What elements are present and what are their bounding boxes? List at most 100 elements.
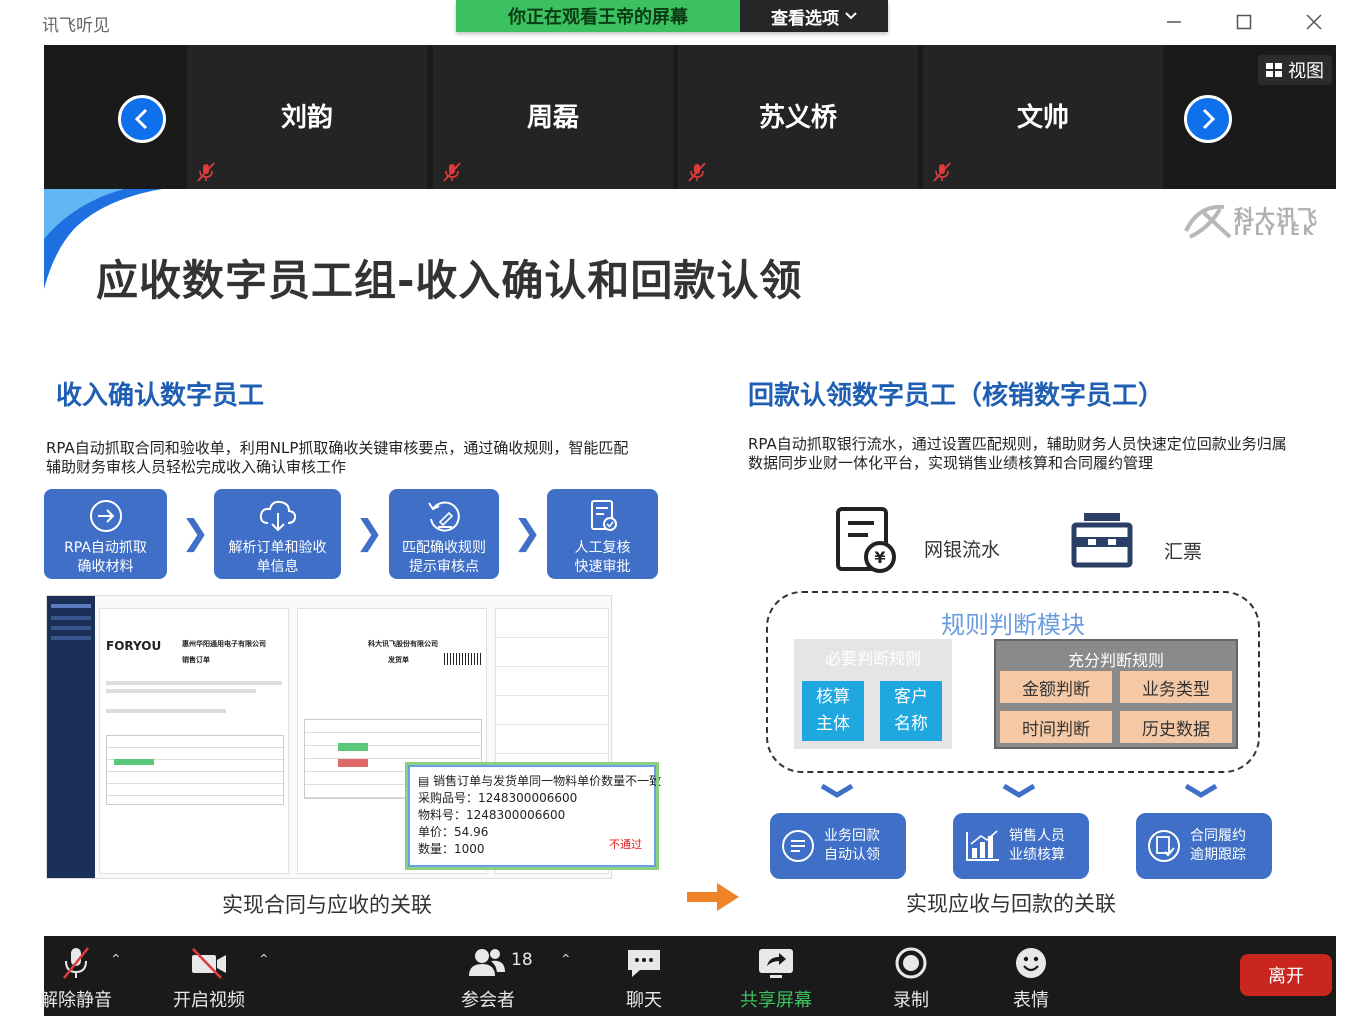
participant-tile[interactable]: 周磊 xyxy=(433,45,673,189)
close-icon xyxy=(1306,14,1322,30)
rule-judgement-module: 规则判断模块 必要判断规则 核算 主体 客户 名称 充分判断规则 金额判断 业务… xyxy=(766,591,1260,773)
rule-label: 主体 xyxy=(816,714,850,734)
result-line: 逾期跟踪 xyxy=(1190,847,1246,863)
minimize-button[interactable] xyxy=(1160,8,1188,36)
mic-muted-icon xyxy=(197,162,215,182)
record-icon xyxy=(895,947,927,979)
chat-button[interactable]: 聊天 xyxy=(618,946,670,1012)
result-line: 自动认领 xyxy=(824,847,880,863)
leave-meeting-button[interactable]: 离开 xyxy=(1240,954,1332,996)
minimize-icon xyxy=(1167,21,1181,23)
share-screen-button[interactable]: 共享屏幕 xyxy=(734,946,818,1012)
sufficient-rules-box: 充分判断规则 金额判断 业务类型 时间判断 历史数据 xyxy=(994,639,1238,749)
step-chevron: ❯ xyxy=(181,513,210,553)
source-bank-statement: 网银流水 xyxy=(924,539,1001,561)
rule-label: 核算 xyxy=(816,687,850,707)
step-label: 匹配确收规则 xyxy=(402,540,486,556)
doc-sidebar xyxy=(47,596,95,878)
result-auto-claim: 业务回款 自动认领 xyxy=(770,813,906,879)
document-check-icon xyxy=(590,500,617,531)
refresh-edit-icon xyxy=(428,501,460,532)
doc-order-title: 销售订单 xyxy=(182,656,210,664)
rule-amount: 金额判断 xyxy=(1000,671,1112,703)
result-label: 销售人员 业绩核算 xyxy=(1009,827,1065,865)
next-page-button[interactable] xyxy=(1184,95,1232,143)
payment-claim-desc: RPA自动抓取银行流水，通过设置匹配规则，辅助财务人员快速定位回款业务归属 数据… xyxy=(748,435,1287,473)
callout-headline-text: 销售订单与发货单同一物料单价数量不一致 xyxy=(433,774,662,788)
participant-tile[interactable]: 刘韵 xyxy=(187,45,427,189)
participants-options-caret[interactable]: ⌃ xyxy=(560,952,572,968)
rule-history: 历史数据 xyxy=(1120,711,1232,743)
step-chevron: ❯ xyxy=(355,513,384,553)
result-line: 业务回款 xyxy=(824,828,880,844)
unmute-label: 解除静音 xyxy=(40,990,112,1011)
reactions-button[interactable]: 表情 xyxy=(1006,946,1056,1012)
callout-headline: ▤ 销售订单与发货单同一物料单价数量不一致 xyxy=(418,773,661,790)
smiley-icon xyxy=(1016,948,1046,978)
desc-line: RPA自动抓取银行流水，通过设置匹配规则，辅助财务人员快速定位回款业务归属 xyxy=(748,435,1287,453)
shared-slide: 科大讯飞 iFLYTEK 应收数字员工组-收入确认和回款认领 收入确认数字员工 … xyxy=(44,189,1336,936)
slide-title: 应收数字员工组-收入确认和回款认领 xyxy=(96,256,803,305)
view-layout-button[interactable]: 视图 xyxy=(1258,55,1332,85)
start-video-button[interactable]: 开启视频 xyxy=(168,946,250,1012)
participant-tile[interactable]: 文帅 xyxy=(923,45,1163,189)
view-options-label: 查看选项 xyxy=(771,8,839,29)
audio-options-caret[interactable]: ⌃ xyxy=(110,952,122,968)
required-rules-box: 必要判断规则 核算 主体 客户 名称 xyxy=(794,639,952,749)
record-button[interactable]: 录制 xyxy=(886,946,936,1012)
arrow-right-icon xyxy=(687,883,739,911)
chevron-right-icon xyxy=(1202,108,1216,130)
source-bill: 汇票 xyxy=(1164,541,1203,563)
mic-muted-icon xyxy=(443,162,461,182)
participant-strip: 刘韵 周磊 苏义桥 文帅 视图 xyxy=(44,45,1336,189)
validation-callout: ▤ 销售订单与发货单同一物料单价数量不一致 采购品号：1248300006600… xyxy=(405,762,661,870)
result-line: 业绩核算 xyxy=(1009,847,1065,863)
participant-name: 文帅 xyxy=(1016,103,1069,133)
rule-accounting-entity: 核算 主体 xyxy=(802,681,864,741)
close-window-button[interactable] xyxy=(1300,8,1328,36)
step-label: 解析订单和验收 xyxy=(228,540,327,556)
doc-company-b: 科大讯飞股份有限公司 xyxy=(368,640,438,648)
result-label: 合同履约 逾期跟踪 xyxy=(1190,827,1246,865)
share-screen-label: 共享屏幕 xyxy=(740,990,812,1011)
step-rpa-capture: RPA自动抓取 确收材料 xyxy=(44,489,167,579)
title-bar: 讯飞听见 你正在观看王帝的屏幕 查看选项 xyxy=(0,0,1350,45)
meeting-toolbar: 解除静音 ⌃ 开启视频 ⌃ 参会者 18 ⌃ 聊天 共享屏幕 录制 表情 离开 xyxy=(40,936,1336,1016)
share-status-text: 你正在观看王帝的屏幕 xyxy=(456,0,740,32)
view-options-button[interactable]: 查看选项 xyxy=(740,0,888,32)
participant-tile[interactable]: 苏义桥 xyxy=(678,45,918,189)
bank-statement-icon: ¥ xyxy=(836,507,896,573)
desc-line: 辅助财务审核人员轻松完成收入确认审核工作 xyxy=(46,458,347,476)
iflytek-logo-mark-icon xyxy=(1184,204,1232,239)
share-screen-icon xyxy=(759,949,793,978)
unmute-button[interactable]: 解除静音 xyxy=(38,946,114,1012)
app-title: 讯飞听见 xyxy=(42,16,110,36)
step-manual-review: 人工复核 快速审批 xyxy=(547,489,658,579)
video-options-caret[interactable]: ⌃ xyxy=(258,952,270,968)
rule-module-title: 规则判断模块 xyxy=(941,611,1085,639)
chevron-left-icon xyxy=(134,108,148,130)
step-chevron: ❯ xyxy=(513,513,542,553)
participant-name: 刘韵 xyxy=(280,103,333,133)
revenue-recognition-title: 收入确认数字员工 xyxy=(56,381,265,411)
result-sales-performance: 销售人员 业绩核算 xyxy=(953,813,1089,879)
doc-order-page: FORYOU 惠州华阳通用电子有限公司 销售订单 xyxy=(99,608,289,874)
reactions-label: 表情 xyxy=(1013,990,1049,1011)
maximize-button[interactable] xyxy=(1230,8,1258,36)
chevron-down-icon xyxy=(845,12,857,20)
svg-text:¥: ¥ xyxy=(874,548,885,567)
participant-count-badge: 18 xyxy=(511,950,533,970)
previous-page-button[interactable] xyxy=(118,95,166,143)
step-label: 提示审核点 xyxy=(409,559,479,575)
view-layout-label: 视图 xyxy=(1288,61,1324,82)
step-match-rules: 匹配确收规则 提示审核点 xyxy=(389,489,499,579)
participant-name: 苏义桥 xyxy=(758,103,837,133)
chat-icon xyxy=(628,950,660,977)
rule-label: 名称 xyxy=(894,714,928,734)
callout-material-no: 物料号：1248300006600 xyxy=(418,808,566,822)
rule-time: 时间判断 xyxy=(1000,711,1112,743)
result-label: 业务回款 自动认领 xyxy=(824,827,880,865)
arrow-circle-icon xyxy=(89,500,122,532)
barcode-icon xyxy=(444,653,482,665)
rule-customer-name: 客户 名称 xyxy=(880,681,942,741)
